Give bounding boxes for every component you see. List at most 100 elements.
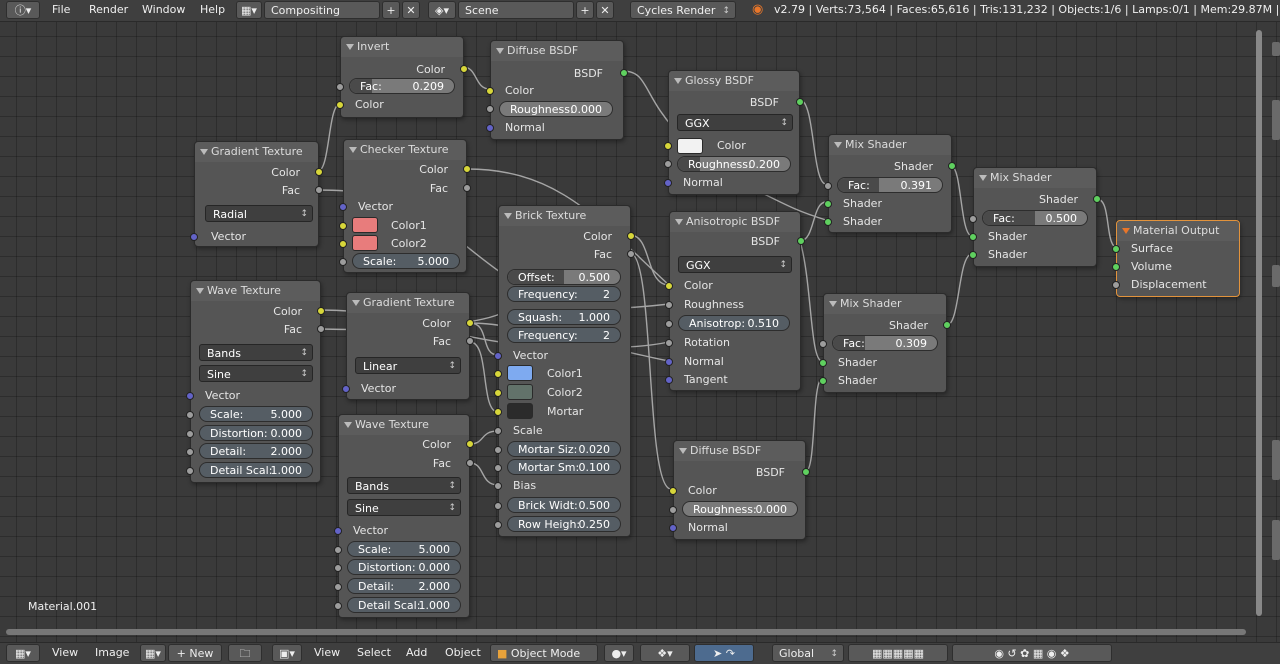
offset-slider[interactable]: Offset: 0.500 bbox=[507, 269, 621, 285]
socket-color2-in[interactable] bbox=[339, 240, 347, 248]
scale-field[interactable]: Scale: 5.000 bbox=[352, 253, 460, 269]
node-header[interactable]: Diffuse BSDF bbox=[674, 441, 805, 461]
menu-window[interactable]: Window bbox=[142, 1, 185, 19]
menu-object[interactable]: Object bbox=[445, 644, 481, 662]
side-tab-2[interactable] bbox=[1272, 100, 1280, 140]
image-browse-icon[interactable]: ▦▾ bbox=[140, 644, 166, 662]
wave-profile-select[interactable]: Sine bbox=[347, 499, 461, 517]
node-header[interactable]: Gradient Texture bbox=[347, 293, 469, 313]
detail-field[interactable]: Detail: 2.000 bbox=[199, 443, 313, 459]
menu-add[interactable]: Add bbox=[406, 644, 427, 662]
menu-render[interactable]: Render bbox=[89, 1, 128, 19]
socket-color-out[interactable] bbox=[317, 307, 325, 315]
pivot-point-button[interactable]: ❖▾ bbox=[640, 644, 690, 662]
scene-icon[interactable]: ◈▾ bbox=[428, 1, 456, 19]
menu-view[interactable]: View bbox=[52, 644, 78, 662]
roughness-slider[interactable]: Roughness: 0.000 bbox=[682, 501, 798, 517]
wave-type-select[interactable]: Bands bbox=[199, 344, 313, 362]
menu-view-3d[interactable]: View bbox=[314, 644, 340, 662]
socket-fac-out[interactable] bbox=[466, 459, 474, 467]
socket-displacement-in[interactable] bbox=[1112, 281, 1120, 289]
socket-row-height-in[interactable] bbox=[494, 521, 502, 529]
socket-normal-in[interactable] bbox=[665, 358, 673, 366]
fac-slider[interactable]: Fac: 0.209 bbox=[349, 78, 455, 94]
socket-vector-in[interactable] bbox=[186, 392, 194, 400]
snapping-buttons[interactable]: ◉ ↺ ✿ ▦ ◉ ❖ bbox=[952, 644, 1112, 662]
socket-fac-out[interactable] bbox=[466, 337, 474, 345]
color1-swatch[interactable] bbox=[352, 217, 378, 233]
add-screen-button[interactable]: + bbox=[382, 1, 400, 19]
socket-fac-in[interactable] bbox=[824, 182, 832, 190]
socket-color-out[interactable] bbox=[315, 168, 323, 176]
node-header[interactable]: Checker Texture bbox=[344, 140, 466, 160]
socket-volume-in[interactable] bbox=[1112, 263, 1120, 271]
socket-color1-in[interactable] bbox=[494, 370, 502, 378]
node-header[interactable]: Anisotropic BSDF bbox=[670, 212, 800, 232]
socket-vector-in[interactable] bbox=[339, 203, 347, 211]
node-editor[interactable]: Invert Color Fac: 0.209 Color Diffuse BSD… bbox=[0, 22, 1280, 642]
socket-color-out[interactable] bbox=[460, 65, 468, 73]
node-header[interactable]: Diffuse BSDF bbox=[491, 41, 623, 61]
brick-width-field[interactable]: Brick Widt: 0.500 bbox=[507, 497, 621, 513]
detail-scale-field[interactable]: Detail Scal: 1.000 bbox=[199, 462, 313, 478]
socket-fac-out[interactable] bbox=[317, 325, 325, 333]
socket-vector-in[interactable] bbox=[190, 233, 198, 241]
detail-field[interactable]: Detail: 2.000 bbox=[347, 578, 461, 594]
node-header[interactable]: Brick Texture bbox=[499, 206, 630, 226]
open-image-button[interactable]: 🗀 bbox=[228, 644, 262, 662]
delete-scene-button[interactable]: ✕ bbox=[596, 1, 614, 19]
node-header[interactable]: Mix Shader bbox=[974, 168, 1096, 188]
socket-distortion-in[interactable] bbox=[334, 564, 342, 572]
socket-detail-scale-in[interactable] bbox=[334, 602, 342, 610]
socket-color-out[interactable] bbox=[463, 165, 471, 173]
node-glossy-bsdf[interactable]: Glossy BSDF BSDF GGX Color Roughness:0.2… bbox=[664, 70, 804, 195]
socket-tangent-in[interactable] bbox=[665, 376, 673, 384]
socket-shader1-in[interactable] bbox=[824, 200, 832, 208]
node-header[interactable]: Mix Shader bbox=[829, 135, 951, 155]
socket-fac-out[interactable] bbox=[463, 184, 471, 192]
wave-type-select[interactable]: Bands bbox=[347, 477, 461, 495]
socket-surface-in[interactable] bbox=[1112, 245, 1120, 253]
detail-scale-field[interactable]: Detail Scal: 1.000 bbox=[347, 597, 461, 613]
socket-mortar-in[interactable] bbox=[494, 408, 502, 416]
node-mix-shader[interactable]: Mix Shader Shader Fac: 0.391 Shader Shade… bbox=[824, 134, 956, 233]
socket-roughness-in[interactable] bbox=[665, 301, 673, 309]
socket-bsdf-out[interactable] bbox=[796, 98, 804, 106]
socket-fac-in[interactable] bbox=[819, 340, 827, 348]
screen-layout-icon[interactable]: ▦▾ bbox=[236, 1, 262, 19]
node-wave-texture[interactable]: Wave Texture Color Fac Bands Sine Vector… bbox=[186, 280, 325, 483]
node-brick-texture[interactable]: Brick Texture Color Fac Offset: 0.500 Fre… bbox=[494, 205, 635, 537]
new-image-button[interactable]: + New bbox=[168, 644, 222, 662]
node-anisotropic-bsdf[interactable]: Anisotropic BSDF BSDF GGX Color Roughnes… bbox=[665, 211, 805, 391]
socket-vector-in[interactable] bbox=[334, 527, 342, 535]
delete-screen-button[interactable]: ✕ bbox=[402, 1, 420, 19]
socket-color-in[interactable] bbox=[486, 87, 494, 95]
side-tab-5[interactable] bbox=[1272, 520, 1280, 560]
screen-layout-field[interactable]: Compositing bbox=[264, 1, 380, 19]
socket-vector-in[interactable] bbox=[494, 352, 502, 360]
socket-roughness-in[interactable] bbox=[486, 105, 494, 113]
scale-field[interactable]: Scale: 5.000 bbox=[347, 541, 461, 557]
image-editor-type-button[interactable]: ▦▾ bbox=[6, 644, 40, 662]
menu-image[interactable]: Image bbox=[95, 644, 129, 662]
node-mix-shader-3[interactable]: Mix Shader Shader Fac: 0.309 Shader Shade… bbox=[819, 293, 951, 393]
manipulator-buttons[interactable]: ➤ ↷ bbox=[694, 644, 754, 662]
node-gradient-texture-2[interactable]: Gradient Texture Color Fac Linear Vector bbox=[342, 292, 474, 400]
socket-anisotropy-in[interactable] bbox=[665, 320, 673, 328]
editor-type-button[interactable]: ⓘ▾ bbox=[6, 1, 40, 19]
node-checker-texture[interactable]: Checker Texture Color Fac Vector Color1 … bbox=[339, 139, 471, 273]
mortar-smooth-field[interactable]: Mortar Sm: 0.100 bbox=[507, 459, 621, 475]
socket-color-in[interactable] bbox=[336, 101, 344, 109]
socket-shader-out[interactable] bbox=[948, 162, 956, 170]
scale-field[interactable]: Scale: 5.000 bbox=[199, 406, 313, 422]
node-diffuse-bsdf[interactable]: Diffuse BSDF BSDF Color Roughness: 0.000 … bbox=[486, 40, 628, 140]
orientation-select[interactable]: Global ↕ bbox=[772, 644, 844, 662]
node-header[interactable]: Wave Texture bbox=[339, 415, 469, 435]
socket-scale-in[interactable] bbox=[494, 427, 502, 435]
socket-fac-out[interactable] bbox=[315, 186, 323, 194]
color-swatch[interactable] bbox=[677, 138, 703, 154]
side-tab-3[interactable] bbox=[1272, 265, 1280, 287]
socket-roughness-in[interactable] bbox=[669, 506, 677, 514]
socket-color-in[interactable] bbox=[664, 142, 672, 150]
viewport-shading-button[interactable]: ●▾ bbox=[604, 644, 634, 662]
